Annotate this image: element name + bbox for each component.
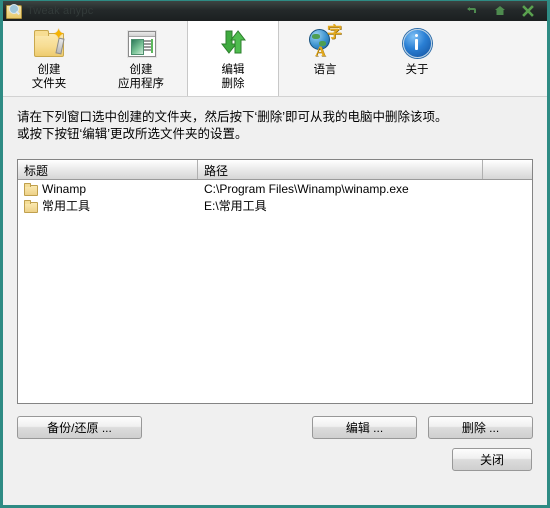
column-header-path[interactable]: 路径 <box>198 160 483 179</box>
info-circle-icon <box>400 26 434 60</box>
instruction-line-1: 请在下列窗口选中创建的文件夹，然后按下‘删除’即可从我的电脑中删除该项。 <box>17 110 448 124</box>
primary-button-row: 备份/还原 ... 编辑 ... 删除 ... <box>17 416 533 439</box>
table-row[interactable]: Winamp C:\Program Files\Winamp\winamp.ex… <box>18 180 532 197</box>
new-folder-icon: ✦ <box>32 26 66 60</box>
table-row[interactable]: 常用工具 E:\常用工具 <box>18 197 532 214</box>
title-bar: Tweak anypc <box>3 0 547 21</box>
close-button[interactable]: 关闭 <box>452 448 532 471</box>
folder-icon <box>24 200 38 213</box>
globe-language-icon: 字 A <box>308 25 342 60</box>
row-title-cell: Winamp <box>18 182 198 196</box>
toolbar-label-edit-delete: 编辑 删除 <box>221 64 245 90</box>
close-icon[interactable] <box>522 5 534 17</box>
toolbar-button-edit-delete[interactable]: 编辑 删除 <box>187 21 279 96</box>
toolbar-button-create-folder[interactable]: ✦ 创建 文件夹 <box>3 21 95 96</box>
window-title: Tweak anypc <box>27 5 94 17</box>
list-header: 标题 路径 <box>18 160 532 180</box>
toolbar-button-about[interactable]: 关于 <box>371 21 463 96</box>
toolbar-button-language[interactable]: 字 A 语言 <box>279 21 371 96</box>
backup-restore-button[interactable]: 备份/还原 ... <box>17 416 142 439</box>
secondary-button-row: 关闭 <box>17 448 533 471</box>
toolbar-label-about: 关于 <box>405 64 429 76</box>
instruction-line-2: 或按下按钮‘编辑’更改所选文件夹的设置。 <box>17 127 248 141</box>
toolbar-button-create-application[interactable]: 创建 应用程序 <box>95 21 187 96</box>
column-header-title[interactable]: 标题 <box>18 160 198 179</box>
row-title-text: 常用工具 <box>42 199 91 213</box>
application-window-icon <box>124 26 158 60</box>
instruction-text: 请在下列窗口选中创建的文件夹，然后按下‘删除’即可从我的电脑中删除该项。 或按下… <box>17 109 533 143</box>
row-path-cell: C:\Program Files\Winamp\winamp.exe <box>204 181 409 196</box>
application-window: Tweak anypc ✦ 创建 文件夹 创建 应用程序 编辑 删除 字 A 语… <box>0 0 550 508</box>
row-title-cell: 常用工具 <box>18 197 198 214</box>
window-controls <box>466 5 534 17</box>
up-down-arrows-icon <box>216 26 250 60</box>
main-toolbar: ✦ 创建 文件夹 创建 应用程序 编辑 删除 字 A 语言 关于 <box>3 21 547 97</box>
column-header-empty[interactable] <box>483 160 532 179</box>
app-folder-search-icon <box>6 3 22 19</box>
delete-button[interactable]: 删除 ... <box>428 416 533 439</box>
row-path-cell: E:\常用工具 <box>204 199 267 213</box>
list-rows: Winamp C:\Program Files\Winamp\winamp.ex… <box>18 180 532 403</box>
folder-icon <box>24 183 38 196</box>
edit-button[interactable]: 编辑 ... <box>312 416 417 439</box>
minimize-icon[interactable] <box>466 5 478 17</box>
toolbar-label-create-folder: 创建 文件夹 <box>31 64 67 90</box>
row-title-text: Winamp <box>42 181 87 196</box>
maximize-icon[interactable] <box>494 5 506 17</box>
toolbar-label-language: 语言 <box>313 64 337 76</box>
folder-list[interactable]: 标题 路径 Winamp C:\Program Files\Winamp\win… <box>17 159 533 404</box>
content-area: 请在下列窗口选中创建的文件夹，然后按下‘删除’即可从我的电脑中删除该项。 或按下… <box>3 97 547 505</box>
toolbar-label-create-application: 创建 应用程序 <box>118 64 164 90</box>
